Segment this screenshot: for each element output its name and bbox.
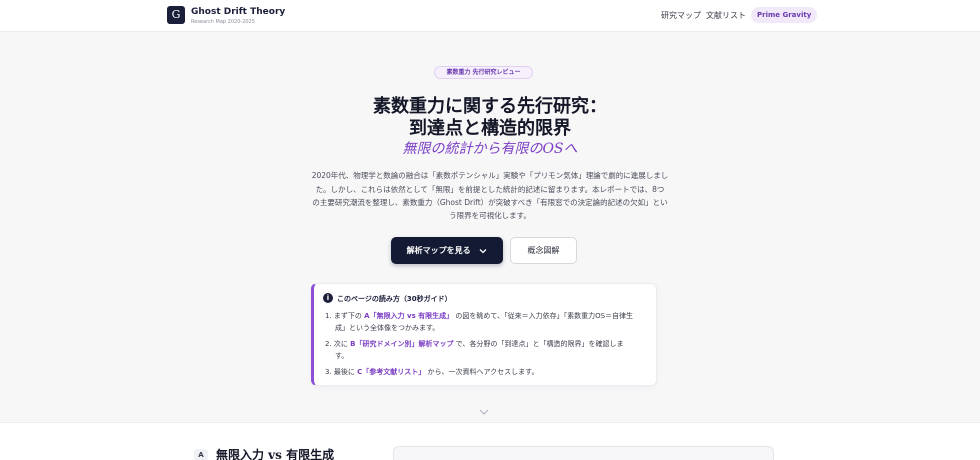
view-analysis-map-button[interactable]: 解析マップを見る	[391, 237, 503, 264]
brand-logo[interactable]: G	[167, 6, 185, 24]
view-analysis-map-label: 解析マップを見る	[406, 246, 471, 255]
reading-guide-card: i このページの読み方（30秒ガイド） 1. まず下の A「無限入力 vs 有限…	[311, 283, 657, 386]
page-subtitle: 無限の統計から有限のOSへ	[402, 141, 578, 157]
guide-link-a[interactable]: A「無限入力 vs 有限生成」	[364, 312, 453, 320]
guide-item-1-cont: 成」という全体像をつかみます。	[335, 324, 440, 332]
nav-pill-prime-gravity[interactable]: Prime Gravity	[751, 7, 818, 23]
top-navbar: G Ghost Drift Theory Research Map 2020-2…	[0, 0, 980, 32]
brand-subtitle: Research Map 2020-2025	[191, 19, 255, 25]
section-a-diagram-card	[393, 446, 774, 460]
scroll-down-chevron-icon[interactable]	[479, 408, 489, 416]
section-letter-badge: A	[194, 449, 208, 460]
guide-item-1: 1. まず下の A「無限入力 vs 有限生成」 の図を眺めて、「従来＝入力依存」…	[325, 312, 634, 320]
guide-item-2-cont: す。	[335, 352, 349, 360]
section-a-title: 無限入力 vs 有限生成	[216, 448, 335, 460]
lead-text-line4: う限界を可視化します。	[449, 211, 531, 220]
nav-link-research-map[interactable]: 研究マップ	[661, 10, 701, 21]
page-title-line2: 到達点と構造的限界	[409, 118, 571, 139]
brand-name[interactable]: Ghost Drift Theory	[191, 7, 285, 17]
lead-text-line3: の主要研究潮流を整理し、素数重力（Ghost Drift）が突破すべき「有限窓で…	[312, 198, 668, 207]
hero-tag: 素数重力 先行研究レビュー	[434, 66, 533, 79]
guide-link-c[interactable]: C「参考文献リスト」	[357, 368, 425, 376]
info-icon: i	[323, 293, 333, 303]
guide-item-3: 3. 最後に C「参考文献リスト」 から、一次資料へアクセスします。	[325, 368, 539, 376]
chevron-down-icon	[479, 248, 487, 253]
lead-text-line2: た。しかし、これらは依然として「無限」を前提とした統計的記述に留まります。本レポ…	[315, 185, 665, 194]
lead-text-line1: 2020年代、物理学と数論の融合は「素数ポテンシャル」実験や「プリモン気体」理論…	[311, 171, 669, 180]
concept-diagram-button[interactable]: 概念図解	[510, 237, 577, 264]
guide-link-b[interactable]: B「研究ドメイン別」解析マップ	[350, 340, 453, 348]
nav-link-bibliography[interactable]: 文献リスト	[706, 10, 746, 21]
guide-title: このページの読み方（30秒ガイド）	[337, 295, 452, 303]
guide-item-2: 2. 次に B「研究ドメイン別」解析マップ で、各分野の「到達点」と「構造的限界…	[325, 340, 624, 348]
